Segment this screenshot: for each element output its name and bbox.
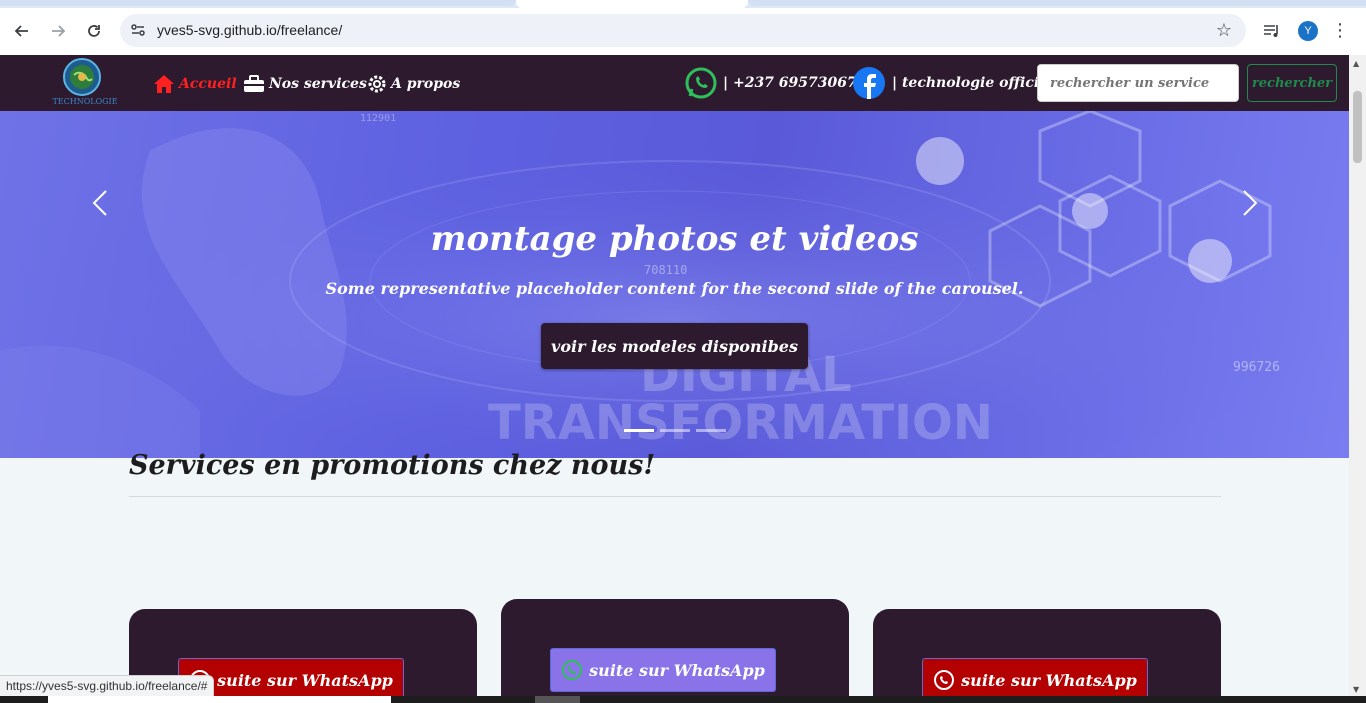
hero-carousel: DIGITAL TRANSFORMATION 708110 996726 112… xyxy=(0,111,1349,458)
media-controls-icon[interactable] xyxy=(1261,20,1283,42)
browser-chrome: yves5-svg.github.io/freelance/ ☆ Y ⋮ xyxy=(0,0,1366,55)
promo-card-2: suite sur WhatsApp xyxy=(501,599,849,696)
address-bar[interactable]: yves5-svg.github.io/freelance/ ☆ xyxy=(120,14,1246,47)
nav-link-apropos[interactable]: A propos xyxy=(367,73,460,95)
active-tab[interactable] xyxy=(516,0,748,8)
carousel-indicator-3[interactable] xyxy=(696,429,726,432)
carousel-subtitle: Some representative placeholder content … xyxy=(325,279,1024,298)
chevron-right-icon xyxy=(1243,190,1258,216)
whatsapp-button-label: suite sur WhatsApp xyxy=(589,660,765,680)
bg-transformation-text: TRANSFORMATION xyxy=(488,395,993,451)
svg-text:112901: 112901 xyxy=(360,113,396,124)
promotions-heading: Services en promotions chez nous! xyxy=(129,450,656,481)
gear-icon xyxy=(368,75,386,93)
taskbar-app-segment[interactable] xyxy=(48,696,391,703)
chevron-left-icon xyxy=(92,190,107,216)
nav-link-label: Nos services xyxy=(269,76,367,92)
whatsapp-icon xyxy=(934,670,955,690)
carousel-indicator-1[interactable] xyxy=(624,429,654,432)
site-navbar: TECHNOLOGIE Accueil Nos services A propo… xyxy=(0,55,1349,111)
whatsapp-button-3[interactable]: suite sur WhatsApp xyxy=(922,658,1148,696)
carousel-next-button[interactable] xyxy=(1228,183,1268,223)
logo-text: TECHNOLOGIE xyxy=(52,97,118,106)
nav-link-services[interactable]: Nos services xyxy=(243,73,367,95)
carousel-title: montage photos et videos xyxy=(430,219,919,259)
inactive-tab-right[interactable] xyxy=(748,0,1366,6)
nav-link-label: A propos xyxy=(391,76,461,92)
whatsapp-icon xyxy=(562,660,583,680)
page-viewport: TECHNOLOGIE Accueil Nos services A propo… xyxy=(0,55,1349,696)
briefcase-icon xyxy=(244,75,264,92)
inactive-tab-left[interactable] xyxy=(0,0,516,6)
site-settings-icon[interactable] xyxy=(130,22,146,38)
promo-card-3: suite sur WhatsApp xyxy=(873,609,1221,696)
reload-icon[interactable] xyxy=(81,18,107,44)
facebook-contact[interactable]: | technologie officiel xyxy=(852,67,1053,99)
page-scrollbar[interactable]: ▲ ▼ xyxy=(1349,55,1366,696)
whatsapp-button-label: suite sur WhatsApp xyxy=(961,670,1137,690)
whatsapp-button-label: suite sur WhatsApp xyxy=(217,670,393,690)
nav-link-label: Accueil xyxy=(179,76,237,92)
url-text[interactable]: yves5-svg.github.io/freelance/ xyxy=(157,22,342,38)
facebook-icon xyxy=(853,67,885,99)
carousel-indicator-2[interactable] xyxy=(660,429,690,432)
svg-text:996726: 996726 xyxy=(1233,360,1280,375)
forward-icon[interactable] xyxy=(45,18,71,44)
carousel-indicators xyxy=(624,429,726,432)
nav-link-accueil[interactable]: Accueil xyxy=(153,73,237,95)
site-logo[interactable]: TECHNOLOGIE xyxy=(52,57,118,109)
whatsapp-contact[interactable]: | +237 695730679 xyxy=(685,67,866,99)
carousel-prev-button[interactable] xyxy=(82,183,122,223)
back-icon[interactable] xyxy=(9,18,35,44)
home-icon xyxy=(154,75,174,93)
scroll-down-arrow-icon[interactable]: ▼ xyxy=(1353,685,1359,694)
scroll-up-arrow-icon[interactable]: ▲ xyxy=(1353,59,1359,68)
search-button[interactable]: rechercher xyxy=(1247,64,1337,102)
link-preview-status: https://yves5-svg.github.io/freelance/# xyxy=(0,675,215,696)
browser-menu-icon[interactable]: ⋮ xyxy=(1330,18,1350,44)
whatsapp-icon xyxy=(685,67,717,99)
service-search-input[interactable] xyxy=(1037,64,1239,102)
section-divider xyxy=(129,496,1221,497)
profile-avatar[interactable]: Y xyxy=(1298,21,1318,41)
whatsapp-number: | +237 695730679 xyxy=(723,75,867,91)
taskbar-app-segment[interactable] xyxy=(535,696,580,703)
bookmark-star-icon[interactable]: ☆ xyxy=(1216,20,1232,41)
whatsapp-button-2[interactable]: suite sur WhatsApp xyxy=(550,648,776,692)
facebook-page: | technologie officiel xyxy=(892,75,1054,91)
carousel-cta-button[interactable]: voir les modeles disponibes xyxy=(541,323,808,369)
scrollbar-thumb[interactable] xyxy=(1353,91,1362,163)
svg-text:708110: 708110 xyxy=(644,263,687,277)
